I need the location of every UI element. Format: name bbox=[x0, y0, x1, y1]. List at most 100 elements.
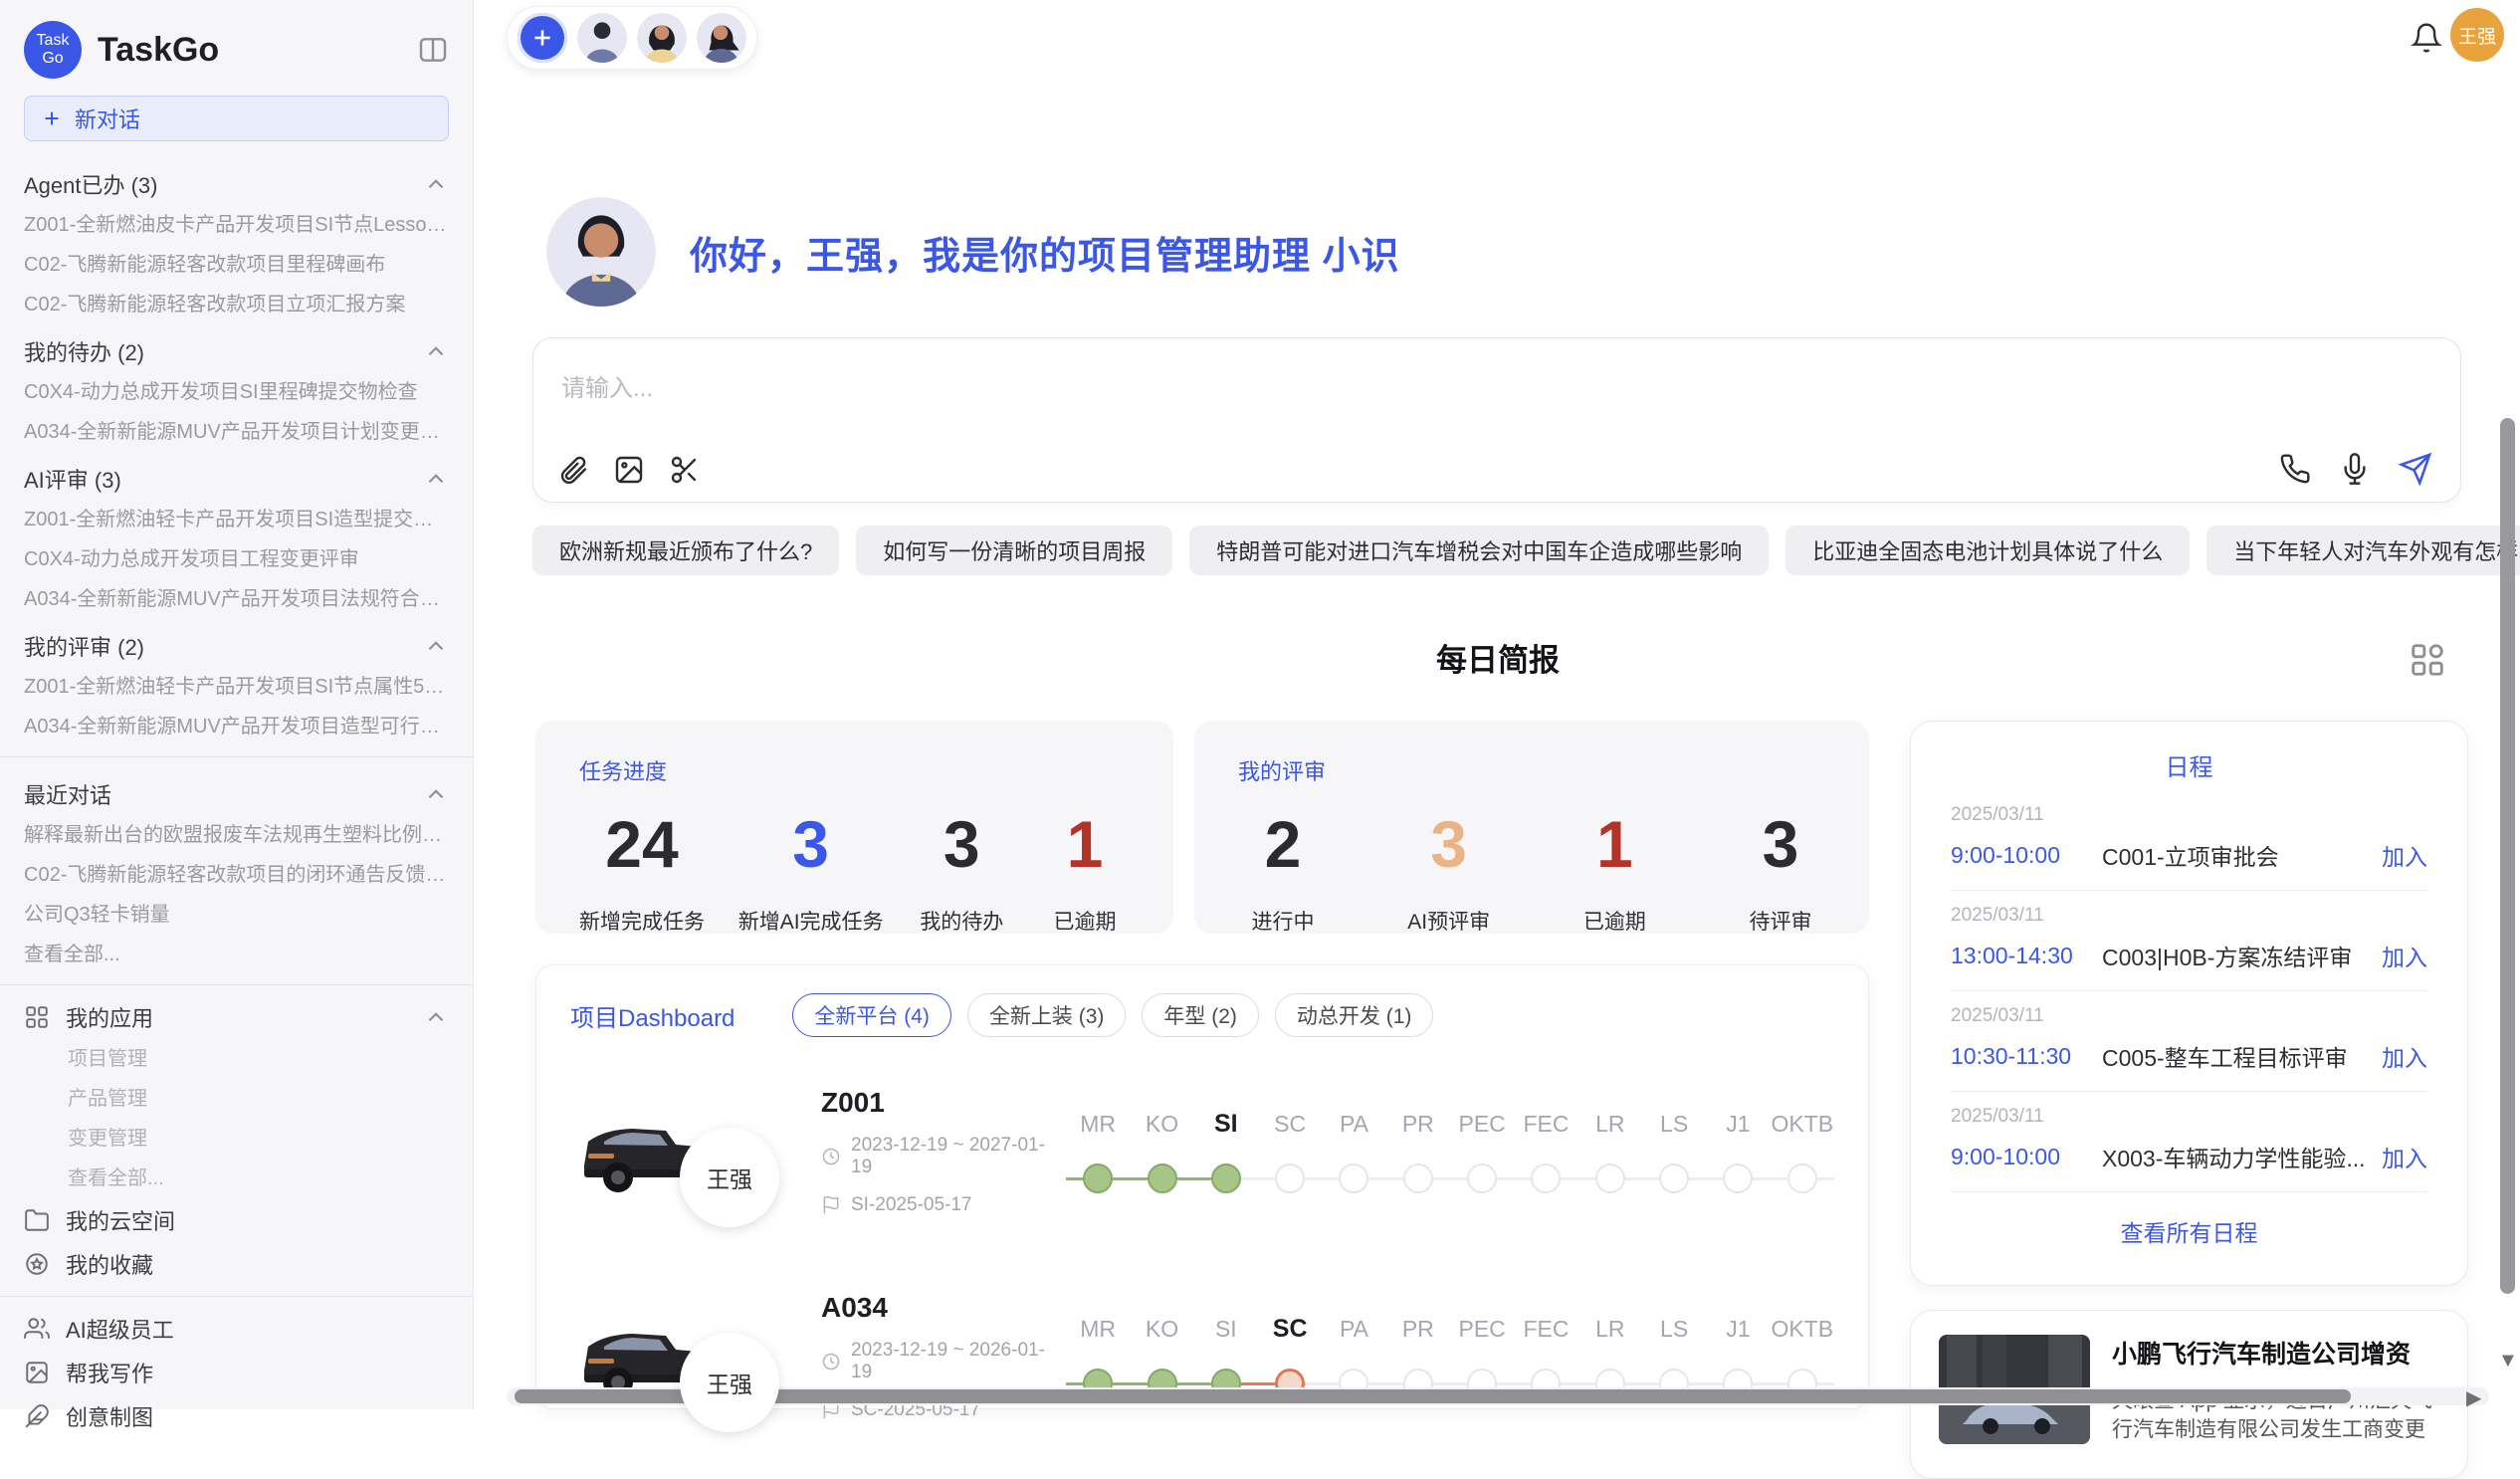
logo-text-top: Task bbox=[37, 32, 70, 50]
my-review-card: 我的评审 2 进行中 3 AI预评审 1 已逾期 3 待评审 bbox=[1194, 721, 1869, 934]
sidebar-collapse-icon[interactable] bbox=[417, 34, 449, 66]
microphone-icon[interactable] bbox=[2339, 453, 2371, 485]
project-owner-badge: 王强 bbox=[680, 1333, 779, 1432]
recent-view-all[interactable]: 查看全部... bbox=[24, 935, 449, 974]
apps-view-all[interactable]: 查看全部... bbox=[24, 1159, 449, 1198]
suggestion-chip[interactable]: 当下年轻人对汽车外观有怎样的喜好趋势 bbox=[2206, 526, 2520, 575]
sidebar-item-ai-employee[interactable]: AI超级员工 bbox=[24, 1307, 449, 1351]
project-row[interactable]: 王强 Z001 2023-12-19 ~ 2027-01-19 SI-2025-… bbox=[570, 1077, 1834, 1226]
sidebar-item-label: 我的云空间 bbox=[66, 1204, 175, 1236]
schedule-event[interactable]: 2025/03/11 10:30-11:30 C005-整车工程目标评审 加入 bbox=[1951, 991, 2427, 1092]
section-agent-done[interactable]: Agent已办 (3) bbox=[24, 163, 449, 205]
schedule-event[interactable]: 2025/03/11 9:00-10:00 C001-立项审批会 加入 bbox=[1951, 790, 2427, 891]
avatar[interactable] bbox=[637, 13, 687, 63]
app-item-change[interactable]: 变更管理 bbox=[24, 1119, 449, 1159]
list-item[interactable]: 公司Q3轻卡销量 bbox=[24, 895, 449, 935]
schedule-card: 日程 2025/03/11 9:00-10:00 C001-立项审批会 加入 2… bbox=[1910, 721, 2468, 1286]
list-item[interactable]: Z001-全新燃油轻卡产品开发项目SI节点属性5D文件评审 bbox=[24, 667, 449, 707]
folder-icon bbox=[24, 1207, 50, 1233]
milestone-node bbox=[1211, 1163, 1241, 1193]
vertical-scrollbar-thumb[interactable] bbox=[2500, 418, 2515, 1294]
sidebar-item-favorites[interactable]: 我的收藏 bbox=[24, 1242, 449, 1286]
avatar[interactable] bbox=[577, 13, 627, 63]
chevron-up-icon[interactable] bbox=[423, 1004, 449, 1030]
list-item[interactable]: C02-飞腾新能源轻客改款项目的闭环通告反馈情况 bbox=[24, 855, 449, 895]
suggestion-chip[interactable]: 如何写一份清晰的项目周报 bbox=[856, 526, 1172, 575]
phone-icon[interactable] bbox=[2279, 453, 2311, 485]
new-chat-button[interactable]: 新对话 bbox=[24, 96, 449, 141]
chevron-up-icon[interactable] bbox=[423, 466, 449, 492]
user-avatar[interactable]: 王强 bbox=[2450, 8, 2504, 62]
event-time: 9:00-10:00 bbox=[1951, 1144, 2102, 1170]
scroll-right-arrow-icon[interactable]: ▶ bbox=[2466, 1385, 2481, 1410]
event-time: 13:00-14:30 bbox=[1951, 943, 2102, 969]
section-my-review[interactable]: 我的评审 (2) bbox=[24, 625, 449, 667]
layout-toggle-icon[interactable] bbox=[2409, 641, 2446, 679]
join-button[interactable]: 加入 bbox=[2382, 939, 2427, 972]
sidebar-item-cloud[interactable]: 我的云空间 bbox=[24, 1198, 449, 1242]
chat-input[interactable] bbox=[559, 366, 2251, 446]
suggestion-chip[interactable]: 欧洲新规最近颁布了什么? bbox=[532, 526, 839, 575]
horizontal-scrollbar-track[interactable] bbox=[507, 1387, 2489, 1405]
avatar[interactable] bbox=[697, 13, 746, 63]
list-item[interactable]: 解释最新出台的欧盟报废车法规再生塑料比例被调至15%... bbox=[24, 815, 449, 855]
star-circle-icon bbox=[24, 1251, 50, 1277]
greeting-text: 你好，王强，我是你的项目管理助理 小识 bbox=[690, 225, 1400, 280]
suggestion-chip[interactable]: 比亚迪全固态电池计划具体说了什么 bbox=[1785, 526, 2190, 575]
horizontal-scrollbar-thumb[interactable] bbox=[515, 1389, 2351, 1403]
list-item[interactable]: C0X4-动力总成开发项目工程变更评审 bbox=[24, 539, 449, 579]
scroll-down-arrow-icon[interactable]: ▼ bbox=[2498, 1350, 2518, 1373]
stat-new-ai-done: 3 新增AI完成任务 bbox=[738, 806, 884, 936]
new-session-button[interactable] bbox=[518, 13, 567, 63]
sidebar-item-creative-drawing[interactable]: 创意制图 bbox=[24, 1394, 449, 1438]
sidebar: Task Go TaskGo 新对话 Agent已办 (3) Z001-全新燃油… bbox=[0, 0, 474, 1409]
section-title: 我的待办 (2) bbox=[24, 335, 144, 367]
filter-new-platform[interactable]: 全新平台 (4) bbox=[792, 993, 951, 1037]
section-my-apps[interactable]: 我的应用 bbox=[24, 995, 449, 1039]
filter-model-year[interactable]: 年型 (2) bbox=[1142, 993, 1259, 1037]
paperclip-icon[interactable] bbox=[557, 454, 589, 486]
apps-grid-icon bbox=[24, 1004, 50, 1030]
list-item[interactable]: Z001-全新燃油皮卡产品开发项目SI节点Lesson Learn报告 bbox=[24, 205, 449, 245]
section-recent-chats[interactable]: 最近对话 bbox=[24, 773, 449, 815]
list-item[interactable]: C02-飞腾新能源轻客改款项目里程碑画布 bbox=[24, 245, 449, 285]
join-button[interactable]: 加入 bbox=[2382, 1039, 2427, 1073]
milestone-SC: SC bbox=[1258, 1109, 1322, 1194]
chevron-up-icon[interactable] bbox=[423, 633, 449, 659]
sidebar-item-label: 我的收藏 bbox=[66, 1248, 153, 1280]
view-all-schedule[interactable]: 查看所有日程 bbox=[1951, 1214, 2427, 1248]
plus-icon bbox=[41, 107, 63, 129]
list-item[interactable]: A034-全新新能源MUV产品开发项目法规符合性评审 bbox=[24, 579, 449, 619]
chevron-up-icon[interactable] bbox=[423, 171, 449, 197]
event-title: X003-车辆动力学性能验... bbox=[2102, 1140, 2368, 1173]
join-button[interactable]: 加入 bbox=[2382, 838, 2427, 872]
users-icon bbox=[24, 1316, 50, 1342]
scissors-icon[interactable] bbox=[669, 454, 701, 486]
chevron-up-icon[interactable] bbox=[423, 781, 449, 807]
section-my-todo[interactable]: 我的待办 (2) bbox=[24, 330, 449, 372]
chevron-up-icon[interactable] bbox=[423, 338, 449, 364]
card-title: 我的评审 bbox=[1238, 754, 1825, 786]
sidebar-item-writing[interactable]: 帮我写作 bbox=[24, 1351, 449, 1394]
filter-powertrain[interactable]: 动总开发 (1) bbox=[1275, 993, 1434, 1037]
app-item-project[interactable]: 项目管理 bbox=[24, 1039, 449, 1079]
notifications-bell-icon[interactable] bbox=[2411, 22, 2442, 54]
image-upload-icon[interactable] bbox=[613, 454, 645, 486]
list-item[interactable]: A034-全新新能源MUV产品开发项目造型可行性评审 bbox=[24, 707, 449, 746]
stat-in-progress: 2 进行中 bbox=[1238, 806, 1328, 936]
filter-new-body[interactable]: 全新上装 (3) bbox=[967, 993, 1127, 1037]
send-icon[interactable] bbox=[2399, 452, 2432, 486]
chat-input-card bbox=[532, 337, 2461, 503]
join-button[interactable]: 加入 bbox=[2382, 1140, 2427, 1173]
list-item[interactable]: Z001-全新燃油轻卡产品开发项目SI造型提交物评审 bbox=[24, 500, 449, 539]
suggestion-chip[interactable]: 特朗普可能对进口汽车增税会对中国车企造成哪些影响 bbox=[1189, 526, 1769, 575]
section-ai-review[interactable]: AI评审 (3) bbox=[24, 458, 449, 500]
schedule-event[interactable]: 2025/03/11 13:00-14:30 C003|H0B-方案冻结评审 加… bbox=[1951, 891, 2427, 991]
milestone-node bbox=[1339, 1163, 1368, 1193]
list-item[interactable]: A034-全新新能源MUV产品开发项目计划变更表编写 bbox=[24, 412, 449, 452]
schedule-event[interactable]: 2025/03/11 9:00-10:00 X003-车辆动力学性能验... 加… bbox=[1951, 1092, 2427, 1192]
app-item-product[interactable]: 产品管理 bbox=[24, 1079, 449, 1119]
list-item[interactable]: C02-飞腾新能源轻客改款项目立项汇报方案 bbox=[24, 285, 449, 324]
list-item[interactable]: C0X4-动力总成开发项目SI里程碑提交物检查 bbox=[24, 372, 449, 412]
milestone-LR: LR bbox=[1578, 1109, 1642, 1194]
